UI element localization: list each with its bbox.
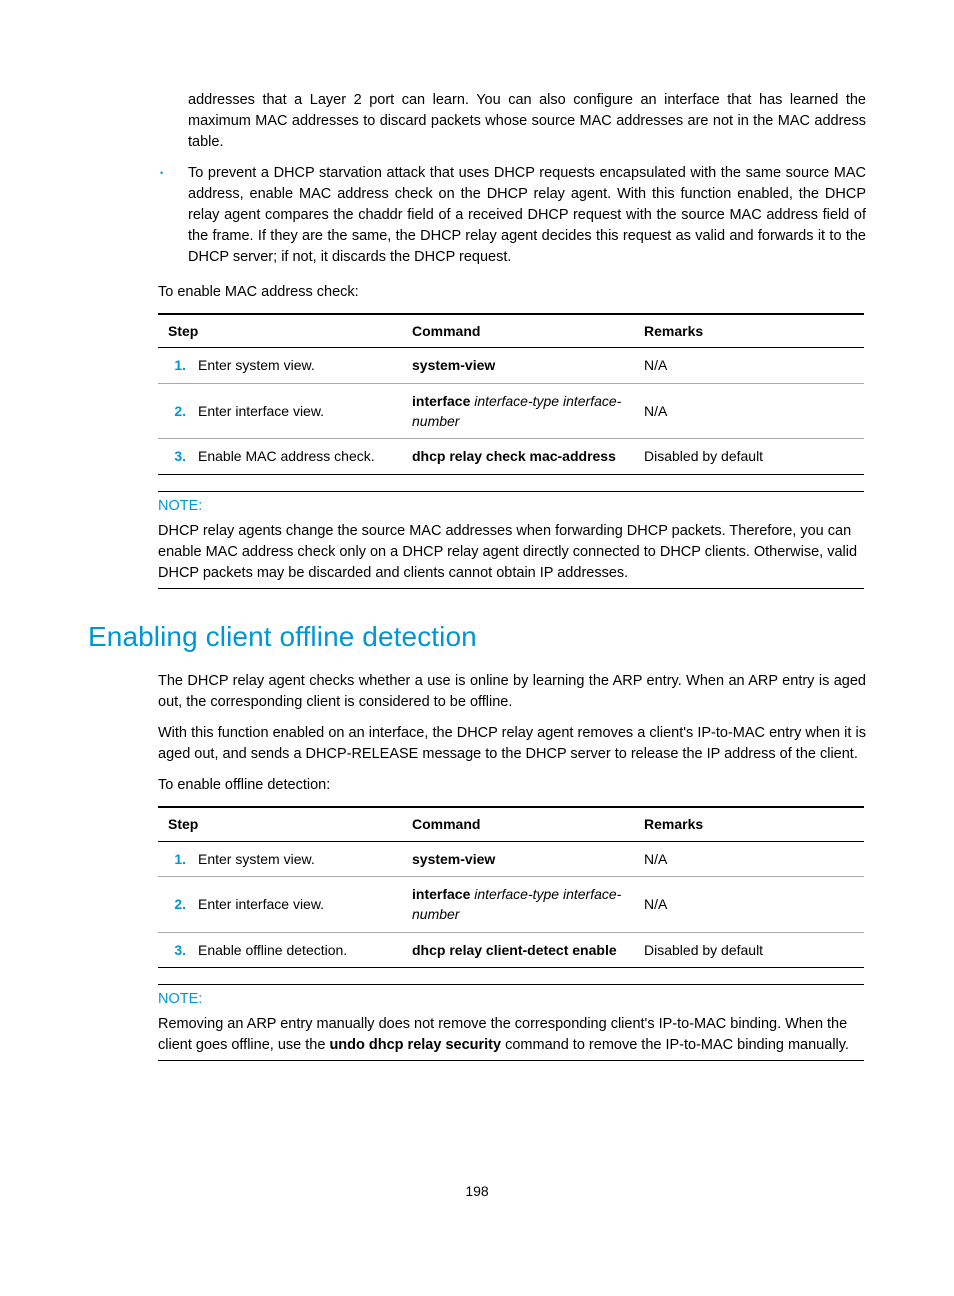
note-label: NOTE:	[158, 496, 864, 517]
step-cell: 1. Enter system view.	[158, 841, 406, 876]
note-text-post: command to remove the IP-to-MAC binding …	[501, 1037, 849, 1053]
remarks-cell: N/A	[638, 348, 864, 383]
offline-detection-table: Step Command Remarks 1. Enter system view…	[158, 806, 864, 967]
body-paragraph: The DHCP relay agent checks whether a us…	[158, 671, 866, 713]
th-command: Command	[406, 807, 638, 841]
bullet-item: To prevent a DHCP starvation attack that…	[88, 163, 866, 268]
remarks-cell: Disabled by default	[638, 932, 864, 967]
step-text: Enter system view.	[198, 851, 315, 867]
remarks-cell: N/A	[638, 383, 864, 439]
note-rule-bottom	[158, 588, 864, 589]
step-number: 1.	[164, 849, 186, 869]
command-text: dhcp relay client-detect enable	[412, 942, 617, 958]
note-body: Removing an ARP entry manually does not …	[158, 1014, 864, 1056]
table-row: 2. Enter interface view. interface interf…	[158, 383, 864, 439]
page-number: 198	[88, 1181, 866, 1201]
command-keyword: interface	[412, 886, 470, 902]
enable-mac-intro: To enable MAC address check:	[158, 282, 866, 303]
remarks-cell: N/A	[638, 876, 864, 932]
th-command: Command	[406, 314, 638, 348]
step-number: 3.	[164, 446, 186, 466]
th-remarks: Remarks	[638, 807, 864, 841]
step-number: 2.	[164, 401, 186, 421]
step-text: Enter interface view.	[198, 896, 324, 912]
step-number: 2.	[164, 894, 186, 914]
step-number: 3.	[164, 940, 186, 960]
note-block: NOTE: Removing an ARP entry manually doe…	[158, 984, 864, 1061]
note-block: NOTE: DHCP relay agents change the sourc…	[158, 491, 864, 589]
step-cell: 3. Enable MAC address check.	[158, 439, 406, 474]
step-cell: 1. Enter system view.	[158, 348, 406, 383]
body-paragraph: With this function enabled on an interfa…	[158, 723, 866, 765]
command-text: dhcp relay check mac-address	[412, 448, 616, 464]
table-row: 3. Enable MAC address check. dhcp relay c…	[158, 439, 864, 474]
table-row: 3. Enable offline detection. dhcp relay c…	[158, 932, 864, 967]
command-keyword: interface	[412, 393, 470, 409]
table-row: 2. Enter interface view. interface interf…	[158, 876, 864, 932]
remarks-cell: N/A	[638, 841, 864, 876]
note-rule-top	[158, 491, 864, 492]
table-row: 1. Enter system view. system-view N/A	[158, 348, 864, 383]
table-row: 1. Enter system view. system-view N/A	[158, 841, 864, 876]
intro-paragraph: addresses that a Layer 2 port can learn.…	[188, 90, 866, 153]
note-rule-top	[158, 984, 864, 985]
th-remarks: Remarks	[638, 314, 864, 348]
remarks-cell: Disabled by default	[638, 439, 864, 474]
mac-check-table: Step Command Remarks 1. Enter system view…	[158, 313, 864, 474]
th-step: Step	[158, 314, 406, 348]
step-text: Enter system view.	[198, 357, 315, 373]
note-label: NOTE:	[158, 989, 864, 1010]
command-cell: system-view	[406, 348, 638, 383]
step-text: Enter interface view.	[198, 403, 324, 419]
step-text: Enable offline detection.	[198, 942, 347, 958]
step-cell: 2. Enter interface view.	[158, 383, 406, 439]
step-text: Enable MAC address check.	[198, 448, 375, 464]
step-number: 1.	[164, 355, 186, 375]
command-cell: system-view	[406, 841, 638, 876]
body-paragraph: To enable offline detection:	[158, 775, 866, 796]
section-heading: Enabling client offline detection	[88, 617, 866, 658]
note-text-bold: undo dhcp relay security	[329, 1037, 501, 1053]
command-text: system-view	[412, 357, 495, 373]
bullet-list: To prevent a DHCP starvation attack that…	[88, 163, 866, 268]
command-cell: dhcp relay client-detect enable	[406, 932, 638, 967]
command-cell: interface interface-type interface-numbe…	[406, 876, 638, 932]
note-body: DHCP relay agents change the source MAC …	[158, 521, 864, 584]
step-cell: 3. Enable offline detection.	[158, 932, 406, 967]
step-cell: 2. Enter interface view.	[158, 876, 406, 932]
command-text: system-view	[412, 851, 495, 867]
table-header-row: Step Command Remarks	[158, 807, 864, 841]
note-rule-bottom	[158, 1060, 864, 1061]
command-cell: interface interface-type interface-numbe…	[406, 383, 638, 439]
command-cell: dhcp relay check mac-address	[406, 439, 638, 474]
table-header-row: Step Command Remarks	[158, 314, 864, 348]
th-step: Step	[158, 807, 406, 841]
